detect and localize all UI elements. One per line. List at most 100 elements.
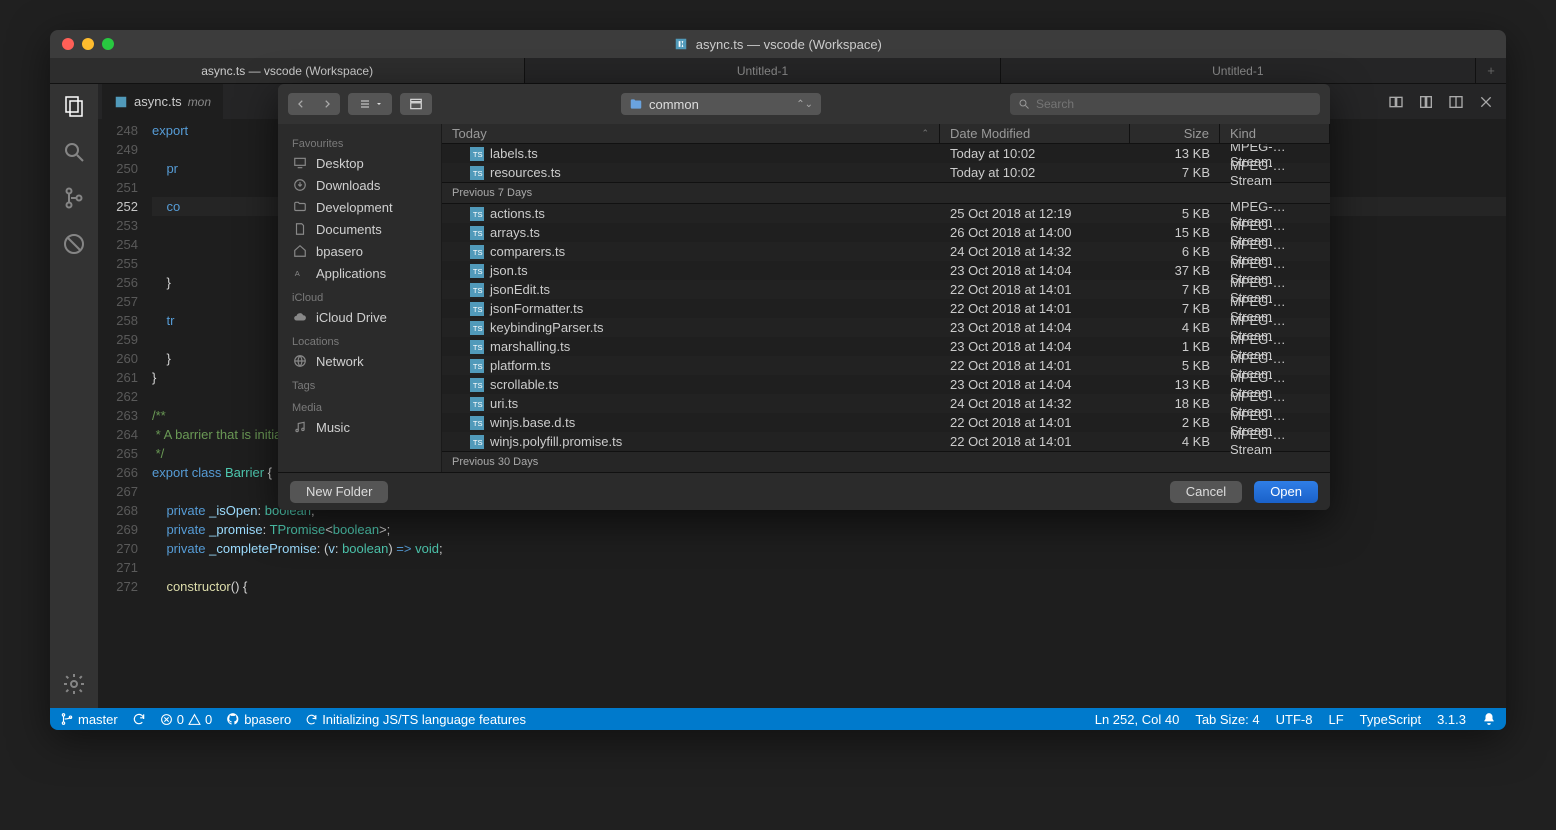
sidebar-item[interactable]: Documents [278,218,441,240]
explorer-icon[interactable] [60,92,88,120]
sidebar-item[interactable]: AApplications [278,262,441,284]
sync-status[interactable] [132,712,146,726]
file-row[interactable]: TSactions.ts25 Oct 2018 at 12:195 KBMPEG… [442,204,1330,223]
ts-file-icon: TS [470,147,484,161]
sidebar-item[interactable]: bpasero [278,240,441,262]
file-row[interactable]: TS winjs.polyfill.promise.ts 22 Oct 2018 a… [442,432,1330,451]
open-button[interactable]: Open [1254,481,1318,503]
tab-size-status[interactable]: Tab Size: 4 [1195,712,1259,727]
ts-version-status[interactable]: 3.1.3 [1437,712,1466,727]
sidebar-item[interactable]: iCloud Drive [278,306,441,328]
column-kind[interactable]: Kind [1220,124,1330,143]
cancel-button[interactable]: Cancel [1170,481,1242,503]
file-size: 4 KB [1130,320,1220,335]
sidebar-item[interactable]: Downloads [278,174,441,196]
sidebar-item[interactable]: Development [278,196,441,218]
compare-changes-icon[interactable] [1388,94,1404,110]
file-row[interactable]: TSlabels.tsToday at 10:0213 KBMPEG-…Stre… [442,144,1330,163]
file-row[interactable]: TSuri.ts24 Oct 2018 at 14:3218 KBMPEG-…S… [442,394,1330,413]
debug-icon[interactable] [60,230,88,258]
language-mode-status[interactable]: TypeScript [1360,712,1421,727]
file-row[interactable]: TSplatform.ts22 Oct 2018 at 14:015 KBMPE… [442,356,1330,375]
settings-gear-icon[interactable] [60,670,88,698]
ts-file-icon: TS [470,302,484,316]
new-folder-button[interactable]: New Folder [290,481,388,503]
workspace-tab[interactable]: Untitled-1 [1001,58,1476,83]
download-icon [292,178,308,192]
eol-status[interactable]: LF [1328,712,1343,727]
maximize-window-button[interactable] [102,38,114,50]
notifications-bell-icon[interactable] [1482,712,1496,727]
split-editor-icon[interactable] [1448,94,1464,110]
nav-back-forward [288,93,340,115]
nav-back-button[interactable] [288,93,314,115]
file-row[interactable]: TSwinjs.base.d.ts22 Oct 2018 at 14:012 K… [442,413,1330,432]
list-header: Today⌃ Date Modified Size Kind [442,124,1330,144]
search-icon[interactable] [60,138,88,166]
group-heading: Previous 30 Days [442,451,1330,472]
sidebar-item[interactable]: Desktop [278,152,441,174]
file-row[interactable]: TSmarshalling.ts23 Oct 2018 at 14:041 KB… [442,337,1330,356]
svg-text:TS: TS [473,361,483,370]
file-date: 25 Oct 2018 at 12:19 [940,206,1130,221]
file-row[interactable]: TSjson.ts23 Oct 2018 at 14:0437 KBMPEG-…… [442,261,1330,280]
source-control-icon[interactable] [60,184,88,212]
close-editor-icon[interactable] [1478,94,1494,110]
column-size[interactable]: Size [1130,124,1220,143]
svg-text:TS: TS [473,399,483,408]
open-changes-icon[interactable] [1418,94,1434,110]
dialog-body: FavouritesDesktopDownloadsDevelopmentDoc… [278,124,1330,472]
column-date[interactable]: Date Modified [940,124,1130,143]
sidebar-item-label: Documents [316,222,382,237]
file-size: 6 KB [1130,244,1220,259]
nav-forward-button[interactable] [314,93,340,115]
search-input[interactable] [1036,97,1312,111]
close-window-button[interactable] [62,38,74,50]
workspace-tabs: async.ts — vscode (Workspace)Untitled-1U… [50,58,1506,84]
github-user-status[interactable]: bpasero [226,712,291,727]
sidebar-section-heading: iCloud [278,284,441,306]
file-date: 23 Oct 2018 at 14:04 [940,320,1130,335]
file-row[interactable]: TSjsonFormatter.ts22 Oct 2018 at 14:017 … [442,299,1330,318]
ts-file-icon: TS [470,321,484,335]
list-rows[interactable]: TSlabels.tsToday at 10:0213 KBMPEG-…Stre… [442,144,1330,472]
problems-status[interactable]: 0 0 [160,712,212,727]
svg-text:TS: TS [473,437,483,446]
file-size: 7 KB [1130,165,1220,180]
column-name[interactable]: Today⌃ [442,124,940,143]
workspace-tab[interactable]: async.ts — vscode (Workspace) [50,58,525,83]
window-title: async.ts — vscode (Workspace) [50,37,1506,52]
sidebar-item[interactable]: Music [278,416,441,438]
file-row[interactable]: TSarrays.ts26 Oct 2018 at 14:0015 KBMPEG… [442,223,1330,242]
minimize-window-button[interactable] [82,38,94,50]
language-activity-status[interactable]: Initializing JS/TS language features [305,712,526,727]
ts-file-icon: TS [470,264,484,278]
editor-tab-filename: async.ts [134,94,182,109]
file-row[interactable]: TSscrollable.ts23 Oct 2018 at 14:0413 KB… [442,375,1330,394]
file-date: 22 Oct 2018 at 14:01 [940,434,1130,449]
svg-text:TS: TS [473,323,483,332]
view-mode-button[interactable] [348,93,392,115]
file-row[interactable]: TSkeybindingParser.ts23 Oct 2018 at 14:0… [442,318,1330,337]
group-by-button[interactable] [400,93,432,115]
file-name: comparers.ts [490,244,565,259]
file-row[interactable]: TSjsonEdit.ts22 Oct 2018 at 14:017 KBMPE… [442,280,1330,299]
sidebar-item[interactable]: Network [278,350,441,372]
workspace-tab[interactable]: Untitled-1 [525,58,1000,83]
file-name: jsonFormatter.ts [490,301,583,316]
file-name: winjs.polyfill.promise.ts [490,434,622,449]
file-size: 7 KB [1130,301,1220,316]
file-date: Today at 10:02 [940,165,1130,180]
file-row[interactable]: TScomparers.ts24 Oct 2018 at 14:326 KBMP… [442,242,1330,261]
file-size: 37 KB [1130,263,1220,278]
file-row[interactable]: TSresources.tsToday at 10:027 KBMPEG-…St… [442,163,1330,182]
encoding-status[interactable]: UTF-8 [1276,712,1313,727]
add-workspace-button[interactable]: + [1476,58,1506,83]
chevron-updown-icon: ⌃⌄ [796,99,813,110]
search-field[interactable] [1010,93,1320,115]
editor-tab[interactable]: async.ts mon [102,84,224,119]
git-branch-status[interactable]: master [60,712,118,727]
path-popup-button[interactable]: common ⌃⌄ [621,93,821,115]
file-size: 2 KB [1130,415,1220,430]
cursor-position-status[interactable]: Ln 252, Col 40 [1095,712,1180,727]
